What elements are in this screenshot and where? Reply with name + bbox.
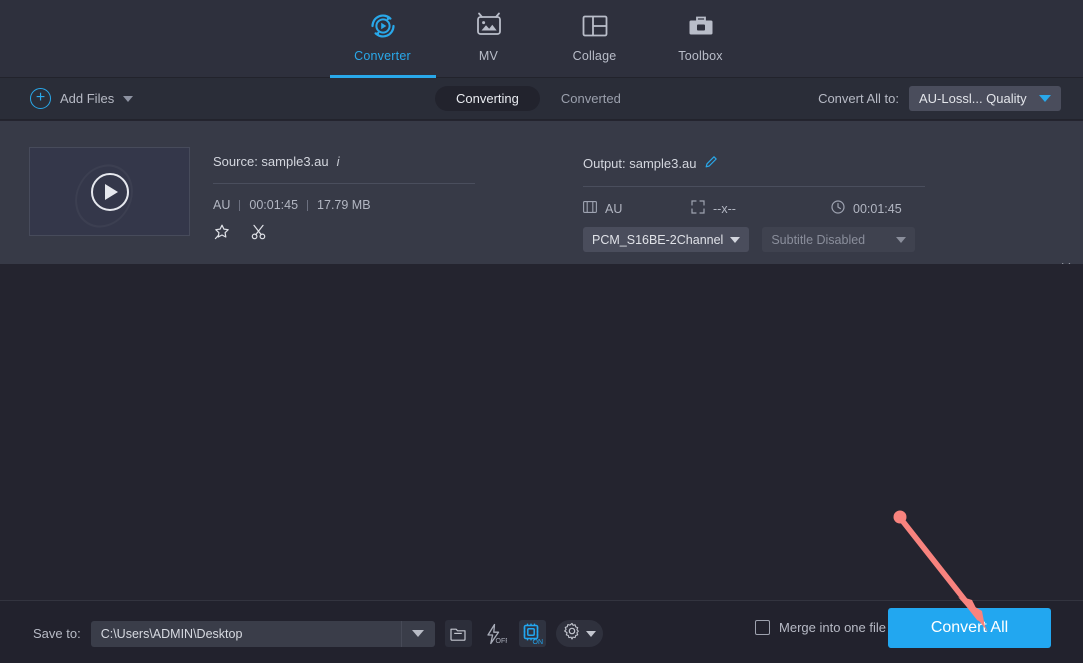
nav-tab-toolbox[interactable]: Toolbox	[648, 0, 754, 78]
add-files-button[interactable]: + Add Files	[30, 88, 134, 109]
svg-text:ON: ON	[533, 639, 544, 645]
open-folder-button[interactable]	[444, 620, 472, 647]
output-divider	[583, 186, 925, 187]
nav-tabs: Converter MV Collage Toolbox	[329, 0, 754, 78]
hardware-acceleration-off-button[interactable]: OFF	[482, 620, 509, 647]
source-filesize: 17.79 MB	[317, 198, 371, 212]
file-item-row: Source: sample3.au i AU 00:01:45 17.79 M…	[0, 121, 1083, 341]
tab-converted[interactable]: Converted	[540, 86, 642, 111]
chevron-down-icon	[585, 630, 596, 637]
toolbox-icon	[684, 9, 718, 43]
nav-tab-converter[interactable]: Converter	[329, 0, 436, 78]
chevron-down-icon[interactable]	[123, 95, 134, 102]
save-to-group: Save to: C:\Users\ADMIN\Desktop OFF	[33, 620, 603, 647]
source-action-icons	[213, 223, 475, 246]
scissors-trim-icon[interactable]	[250, 223, 268, 246]
source-filename: Source: sample3.au	[213, 154, 329, 169]
nav-tab-toolbox-label: Toolbox	[678, 49, 723, 63]
output-filename: Output: sample3.au	[583, 155, 697, 171]
convert-all-to-label: Convert All to:	[818, 91, 899, 106]
svg-text:OFF: OFF	[496, 638, 508, 645]
meta-separator	[307, 199, 309, 211]
audio-codec-dropdown[interactable]: PCM_S16BE-2Channel	[583, 227, 750, 252]
settings-button[interactable]	[555, 620, 603, 647]
chevron-down-icon	[1039, 95, 1051, 102]
add-files-label: Add Files	[60, 91, 115, 106]
convert-all-button[interactable]: Convert All	[888, 608, 1051, 648]
rename-pencil-icon[interactable]	[704, 154, 719, 172]
output-dropdowns: PCM_S16BE-2Channel Subtitle Disabled	[583, 227, 925, 252]
main-navigation-bar: Converter MV Collage Toolbox	[0, 0, 1083, 78]
clock-icon	[831, 200, 845, 217]
save-to-label: Save to:	[33, 626, 81, 641]
nav-tab-converter-label: Converter	[354, 49, 411, 63]
output-preset-value: AU-Lossl... Quality	[919, 91, 1027, 106]
plus-circle-icon: +	[30, 88, 51, 109]
audio-codec-value: PCM_S16BE-2Channel	[592, 232, 724, 247]
converting-converted-tabs: Converting Converted	[435, 86, 642, 111]
magic-wand-edit-icon[interactable]	[213, 223, 231, 246]
checkbox-icon	[755, 620, 771, 635]
play-button[interactable]	[90, 172, 129, 211]
info-icon[interactable]: i	[337, 154, 340, 169]
source-format: AU	[213, 198, 231, 212]
source-duration: 00:01:45	[249, 198, 299, 212]
save-path-value: C:\Users\ADMIN\Desktop	[100, 626, 243, 641]
merge-label: Merge into one file	[779, 620, 886, 635]
nav-tab-mv-label: MV	[478, 49, 499, 63]
save-path-dropdown-button[interactable]	[400, 620, 435, 647]
gear-icon	[563, 622, 581, 645]
file-list-empty-area	[0, 264, 1083, 600]
source-title: Source: sample3.au i	[213, 154, 475, 169]
output-meta: AU --x-- 00:01:45	[583, 200, 925, 217]
nav-tab-mv[interactable]: MV	[436, 0, 542, 78]
source-block: Source: sample3.au i AU 00:01:45 17.79 M…	[213, 154, 475, 246]
convert-all-to-group: Convert All to: AU-Lossl... Quality	[818, 86, 1061, 111]
meta-separator	[239, 199, 241, 211]
source-divider	[213, 183, 475, 184]
output-format: AU	[605, 201, 623, 216]
output-block: Output: sample3.au AU --x-- 00:01:45 PCM…	[583, 154, 925, 252]
nav-tab-collage-label: Collage	[572, 49, 617, 63]
expand-resolution-icon	[691, 200, 705, 217]
subtitle-dropdown[interactable]: Subtitle Disabled	[762, 227, 916, 252]
video-converter-window: Converter MV Collage Toolbox + Add Files…	[0, 0, 1083, 663]
chevron-down-icon	[730, 236, 741, 243]
chevron-down-icon	[412, 630, 425, 637]
mv-icon	[472, 9, 506, 43]
film-strip-icon	[583, 201, 597, 216]
merge-into-one-file-checkbox[interactable]: Merge into one file	[755, 620, 886, 635]
source-meta: AU 00:01:45 17.79 MB	[213, 198, 475, 212]
output-format-group: AU	[583, 201, 691, 216]
output-duration-group: 00:01:45	[831, 200, 902, 217]
converter-icon	[366, 9, 400, 43]
output-resolution: --x--	[713, 201, 736, 216]
video-thumbnail[interactable]	[29, 147, 190, 236]
output-title: Output: sample3.au	[583, 154, 925, 172]
play-triangle-icon	[105, 183, 118, 200]
nav-tab-collage[interactable]: Collage	[542, 0, 648, 78]
output-resolution-group: --x--	[691, 200, 831, 217]
subtitle-value: Subtitle Disabled	[771, 232, 866, 247]
tab-converting[interactable]: Converting	[435, 86, 540, 111]
output-preset-dropdown[interactable]: AU-Lossl... Quality	[909, 86, 1061, 111]
output-duration: 00:01:45	[853, 201, 902, 216]
chevron-down-icon	[896, 236, 907, 243]
gpu-acceleration-on-button[interactable]: ON	[518, 620, 546, 647]
save-path-input[interactable]: C:\Users\ADMIN\Desktop	[90, 620, 435, 647]
collage-icon	[578, 9, 612, 43]
